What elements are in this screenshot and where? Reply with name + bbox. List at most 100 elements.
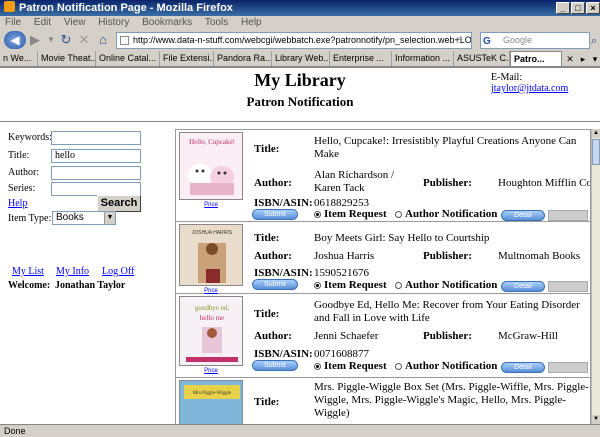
series-input[interactable] bbox=[51, 182, 141, 196]
tab-item[interactable]: File Extensi... bbox=[160, 51, 214, 66]
submit-button[interactable]: Submit bbox=[252, 360, 298, 371]
email-link[interactable]: jtaylor@jtdata.com bbox=[491, 83, 568, 94]
detail-button[interactable]: Detail bbox=[501, 281, 545, 292]
author-notification-radio[interactable] bbox=[395, 282, 402, 289]
url-input[interactable]: http://www.data-n-stuff.com/webcgi/webba… bbox=[116, 32, 472, 49]
navigation-toolbar: ◀ ▶ ▼ ↻ ✕ ⌂ http://www.data-n-stuff.com/… bbox=[0, 30, 600, 50]
result-row: JOSHUA HARRIS Price Title: Boy Meets Gir… bbox=[176, 222, 590, 294]
book-cover[interactable]: goodbye ed, hello me bbox=[179, 296, 243, 366]
reload-icon[interactable]: ↻ bbox=[58, 31, 74, 49]
svg-text:Mrs.Piggle-Wiggle: Mrs.Piggle-Wiggle bbox=[193, 391, 232, 396]
search-button[interactable]: Search bbox=[97, 195, 141, 212]
svg-text:Hello, Cupcake!: Hello, Cupcake! bbox=[189, 138, 235, 146]
menu-bar: File Edit View History Bookmarks Tools H… bbox=[0, 16, 600, 30]
tab-item[interactable]: Online Catal... bbox=[96, 51, 160, 66]
author-notification-label: Author Notification bbox=[405, 208, 498, 220]
detail-button[interactable]: Detail bbox=[501, 362, 545, 373]
bookmark-star-icon[interactable]: ☆ bbox=[452, 32, 466, 50]
my-info-link[interactable]: My Info bbox=[56, 266, 89, 277]
tab-item[interactable]: ASUSTeK C... bbox=[454, 51, 510, 66]
email-label: E-Mail: bbox=[491, 72, 523, 83]
tab-close-icon[interactable]: ✕ bbox=[564, 50, 576, 68]
help-link[interactable]: Help bbox=[8, 198, 27, 209]
tab-item[interactable]: Movie Theat... bbox=[38, 51, 96, 66]
title-input[interactable]: hello bbox=[51, 149, 141, 163]
firefox-icon bbox=[4, 1, 15, 12]
author-field-label: Author: bbox=[254, 330, 292, 342]
item-request-label: Item Request bbox=[324, 360, 387, 372]
tab-item[interactable]: n We... bbox=[0, 51, 38, 66]
result-row: goodbye ed, hello me Price Title: Goodby… bbox=[176, 294, 590, 378]
tab-scroll-icon[interactable]: ▸ bbox=[578, 50, 588, 68]
tab-item[interactable]: Enterprise ... bbox=[330, 51, 392, 66]
title-field-label: Title: bbox=[254, 232, 280, 244]
submit-button[interactable]: Submit bbox=[252, 279, 298, 290]
item-request-radio[interactable] bbox=[314, 282, 321, 289]
price-link[interactable]: Price bbox=[179, 368, 243, 374]
status-text: Done bbox=[4, 426, 26, 436]
author-notification-radio[interactable] bbox=[395, 211, 402, 218]
keywords-input[interactable] bbox=[51, 131, 141, 145]
url-text: http://www.data-n-stuff.com/webcgi/webba… bbox=[133, 35, 472, 45]
submit-button[interactable]: Submit bbox=[252, 209, 298, 220]
result-title: Hello, Cupcake!: Irresistibly Playful Cr… bbox=[314, 135, 577, 160]
my-list-link[interactable]: My List bbox=[12, 266, 44, 277]
result-author: Joshua Harris bbox=[314, 250, 375, 262]
scroll-up-icon[interactable]: ▲ bbox=[592, 129, 600, 138]
author-notification-radio[interactable] bbox=[395, 363, 402, 370]
boy-meets-girl-cover-image: JOSHUA HARRIS bbox=[180, 225, 242, 285]
tab-item[interactable]: Pandora Ra... bbox=[214, 51, 272, 66]
search-magnifier-icon[interactable]: ⌕ bbox=[588, 32, 600, 50]
menu-bookmarks[interactable]: Bookmarks bbox=[142, 17, 192, 28]
tab-list-icon[interactable]: ▾ bbox=[590, 50, 600, 68]
goodbye-ed-cover-image: goodbye ed, hello me bbox=[180, 297, 242, 365]
book-cover[interactable]: JOSHUA HARRIS bbox=[179, 224, 243, 286]
itemtype-select[interactable]: Books ▼ bbox=[52, 211, 116, 225]
tab-active[interactable]: Patro... bbox=[510, 51, 562, 66]
scroll-thumb[interactable] bbox=[592, 139, 600, 165]
keywords-label: Keywords: bbox=[8, 132, 52, 143]
tab-item[interactable]: Information ... bbox=[392, 51, 454, 66]
scroll-down-icon[interactable]: ▼ bbox=[592, 415, 600, 424]
forward-button[interactable]: ▶ bbox=[28, 31, 42, 49]
result-publisher: Houghton Mifflin Co bbox=[498, 177, 591, 189]
home-icon[interactable]: ⌂ bbox=[94, 31, 112, 49]
item-request-radio[interactable] bbox=[314, 363, 321, 370]
result-title: Goodbye Ed, Hello Me: Recover from Your … bbox=[314, 299, 580, 324]
result-row: Hello, Cupcake! Price Title: Hello, Cupc… bbox=[176, 130, 591, 222]
stop-icon[interactable]: ✕ bbox=[76, 31, 92, 49]
maximize-button[interactable]: □ bbox=[571, 2, 585, 14]
result-publisher: McGraw-Hill bbox=[498, 330, 558, 342]
book-cover[interactable]: Hello, Cupcake! bbox=[179, 132, 243, 200]
menu-edit[interactable]: Edit bbox=[34, 17, 51, 28]
series-label: Series: bbox=[8, 183, 36, 194]
google-icon: G bbox=[483, 36, 491, 47]
author-input[interactable] bbox=[51, 166, 141, 180]
menu-tools[interactable]: Tools bbox=[205, 17, 228, 28]
row-extra-field bbox=[548, 210, 588, 221]
result-publisher: Multnomah Books bbox=[498, 250, 581, 262]
author-field-label: Author: bbox=[254, 250, 292, 262]
log-off-link[interactable]: Log Off bbox=[102, 266, 134, 277]
menu-help[interactable]: Help bbox=[241, 17, 262, 28]
publisher-field-label: Publisher: bbox=[423, 177, 472, 189]
book-cover[interactable]: Mrs.Piggle-Wiggle bbox=[179, 380, 243, 424]
results-vertical-scrollbar[interactable]: ▲ ▼ bbox=[591, 129, 600, 425]
result-author: Jenni Schaefer bbox=[314, 330, 379, 342]
tab-item[interactable]: Library Web... bbox=[272, 51, 330, 66]
close-button[interactable]: × bbox=[586, 2, 600, 14]
detail-button[interactable]: Detail bbox=[501, 210, 545, 221]
price-link[interactable]: Price bbox=[179, 202, 243, 208]
menu-history[interactable]: History bbox=[98, 17, 129, 28]
title-label: Title: bbox=[8, 150, 30, 161]
item-request-radio[interactable] bbox=[314, 211, 321, 218]
isbn-field-label: ISBN/ASIN: bbox=[254, 348, 313, 360]
search-input[interactable]: G Google bbox=[480, 32, 590, 49]
menu-file[interactable]: File bbox=[5, 17, 21, 28]
history-dropdown-icon[interactable]: ▼ bbox=[44, 31, 58, 49]
back-button[interactable]: ◀ bbox=[4, 31, 26, 49]
item-request-label: Item Request bbox=[324, 208, 387, 220]
minimize-button[interactable]: _ bbox=[556, 2, 570, 14]
result-title: Mrs. Piggle-Wiggle Box Set (Mrs. Piggle-… bbox=[314, 381, 589, 419]
menu-view[interactable]: View bbox=[64, 17, 86, 28]
